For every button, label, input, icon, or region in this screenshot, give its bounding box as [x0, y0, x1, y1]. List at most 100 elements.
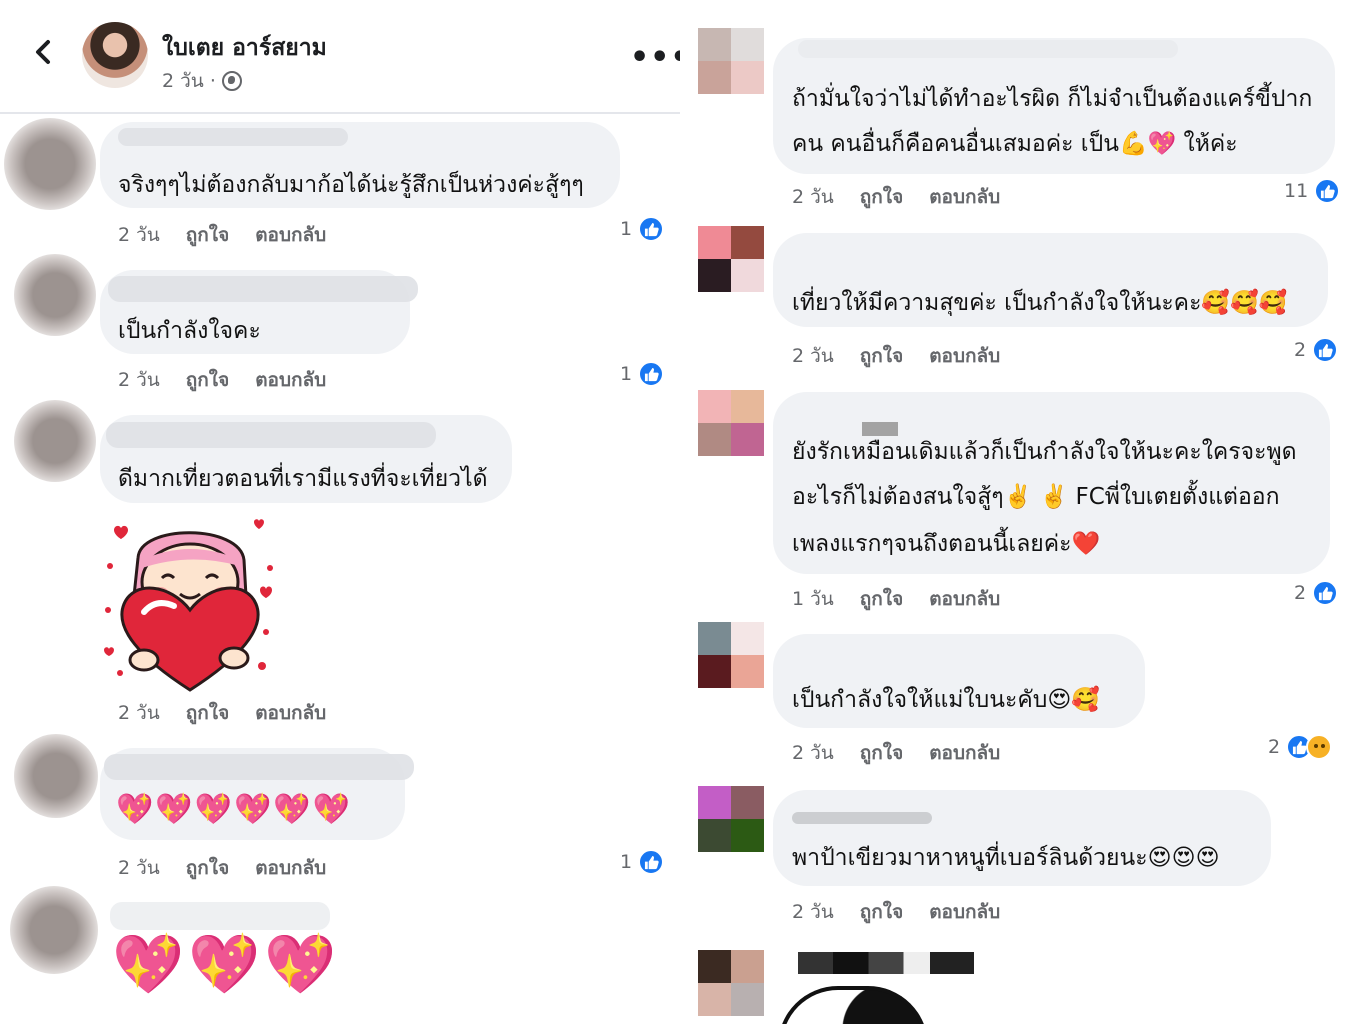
reply-button[interactable]: ตอบกลับ	[255, 369, 326, 391]
like-button[interactable]: ถูกใจ	[186, 224, 229, 246]
blurred-commenter-name	[118, 128, 348, 146]
like-count: 11	[1284, 180, 1309, 202]
avatar[interactable]	[14, 400, 96, 482]
comment-actions: 2 วัน ถูกใจ ตอบกลับ	[118, 853, 326, 883]
avatar[interactable]	[4, 118, 96, 210]
reaction-count[interactable]: 2	[1268, 734, 1333, 760]
reply-button[interactable]: ตอบกลับ	[929, 345, 1000, 367]
comment-actions: 2 วัน ถูกใจ ตอบกลับ	[118, 365, 326, 395]
comment-text-line: ถ้ามั่นใจว่าไม่ได้ทำอะไรผิด ก็ไม่จำเป็นต…	[792, 86, 1313, 112]
comment-text: ดีมากเที่ยวตอนที่เรามีแรงที่จะเที่ยวได้	[118, 466, 488, 492]
comment-text: จริงๆๆไม่ต้องกลับมาก้อได้น่ะรู้สึกเป็นห่…	[118, 172, 584, 198]
reply-button[interactable]: ตอบกลับ	[255, 702, 326, 724]
comment-text: เที่ยวให้มีความสุขค่ะ เป็นกำลังใจให้นะคะ…	[792, 290, 1288, 316]
comment-text: เป็นกำลังใจคะ	[118, 318, 261, 344]
heart-hug-sticker	[104, 519, 273, 692]
like-button[interactable]: ถูกใจ	[860, 901, 903, 923]
avatar[interactable]	[14, 254, 96, 336]
comment-text: เป็นกำลังใจให้แม่ใบนะคับ😍🥰	[792, 687, 1100, 713]
back-button[interactable]	[30, 36, 56, 68]
comment-actions: 2 วัน ถูกใจ ตอบกลับ	[792, 182, 1000, 212]
reaction-count[interactable]: 2	[1294, 337, 1339, 363]
comment-text: พาป้าเขียวมาหาหนูที่เบอร์ลินด้วยนะ😍😍😍	[792, 845, 1220, 871]
comment-time: 2 วัน	[118, 857, 160, 879]
like-count: 2	[1294, 339, 1307, 361]
right-screenshot: ถ้ามั่นใจว่าไม่ได้ทำอะไรผิด ก็ไม่จำเป็นต…	[690, 0, 1365, 1024]
thumbs-up-icon	[638, 849, 665, 875]
comment-actions: 2 วัน ถูกใจ ตอบกลับ	[118, 220, 326, 250]
reply-button[interactable]: ตอบกลับ	[929, 901, 1000, 923]
pixelated-avatar[interactable]	[698, 390, 764, 456]
like-button[interactable]: ถูกใจ	[186, 369, 229, 391]
reply-button[interactable]: ตอบกลับ	[929, 186, 1000, 208]
reply-button[interactable]: ตอบกลับ	[929, 742, 1000, 764]
pixelated-avatar[interactable]	[698, 622, 764, 688]
comment-text-line: เพลงแรกๆจนถึงตอนนี้เลยค่ะ❤️	[792, 531, 1101, 557]
like-button[interactable]: ถูกใจ	[860, 345, 903, 367]
pixelated-avatar[interactable]	[698, 28, 764, 94]
comment-time: 2 วัน	[792, 345, 834, 367]
comment-actions: 2 วัน ถูกใจ ตอบกลับ	[792, 897, 1000, 927]
like-button[interactable]: ถูกใจ	[186, 857, 229, 879]
page-name[interactable]: ใบเตย อาร์สยาม	[162, 30, 327, 66]
comment-text-line: ยังรักเหมือนเดิมแล้วก็เป็นกำลังใจให้นะคะ…	[792, 439, 1297, 465]
thumbs-up-icon	[1312, 337, 1339, 363]
like-count: 2	[1294, 582, 1307, 604]
reaction-count[interactable]: 1	[620, 216, 665, 242]
post-time: 2 วัน ·	[162, 70, 216, 92]
blurred-commenter-name	[798, 40, 1178, 58]
care-reaction-icon	[1306, 734, 1333, 760]
comment-actions: 1 วัน ถูกใจ ตอบกลับ	[792, 584, 1000, 614]
cropped-image-preview	[778, 986, 928, 1024]
post-meta: 2 วัน ·	[162, 66, 242, 96]
comment-time: 2 วัน	[118, 224, 160, 246]
like-button[interactable]: ถูกใจ	[186, 702, 229, 724]
reply-button[interactable]: ตอบกลับ	[255, 224, 326, 246]
left-screenshot: ใบเตย อาร์สยาม 2 วัน · ••• จริงๆๆไม่ต้อง…	[0, 0, 680, 1024]
comment-actions: 2 วัน ถูกใจ ตอบกลับ	[792, 341, 1000, 371]
comment-time: 2 วัน	[792, 186, 834, 208]
blurred-commenter-name	[108, 276, 418, 302]
avatar[interactable]	[10, 886, 98, 974]
reaction-count[interactable]: 2	[1294, 580, 1339, 606]
blurred-commenter-name	[106, 422, 436, 448]
thumbs-up-icon	[638, 361, 665, 387]
like-count: 2	[1268, 736, 1281, 758]
pixelated-avatar[interactable]	[698, 950, 764, 1016]
like-button[interactable]: ถูกใจ	[860, 742, 903, 764]
comment-actions: 2 วัน ถูกใจ ตอบกลับ	[792, 738, 1000, 768]
reaction-count[interactable]: 1	[620, 849, 665, 875]
avatar[interactable]	[14, 734, 98, 818]
thumbs-up-icon	[1312, 580, 1339, 606]
header-divider	[0, 112, 680, 114]
comment-actions: 2 วัน ถูกใจ ตอบกลับ	[118, 698, 326, 728]
pixelated-avatar[interactable]	[698, 226, 764, 292]
comment-time: 1 วัน	[792, 588, 834, 610]
comment-time: 2 วัน	[792, 742, 834, 764]
comment-emoji-text: 💖💖💖💖💖💖	[116, 792, 353, 827]
like-count: 1	[620, 851, 633, 873]
redacted-name-bar	[798, 952, 974, 974]
comment-time: 2 วัน	[792, 901, 834, 923]
comment-text-line: คน คนอื่นก็คือคนอื่นเสมอค่ะ เป็น💪💖 ให้ค่…	[792, 131, 1238, 157]
reply-button[interactable]: ตอบกลับ	[929, 588, 1000, 610]
like-count: 1	[620, 363, 633, 385]
more-options-button[interactable]: •••	[630, 40, 680, 75]
like-count: 1	[620, 218, 633, 240]
reaction-count[interactable]: 11	[1284, 178, 1341, 204]
blurred-commenter-name	[792, 812, 932, 824]
blurred-commenter-name	[110, 902, 330, 930]
page-avatar[interactable]	[82, 22, 148, 88]
pixelated-avatar[interactable]	[698, 786, 764, 852]
comment-text-line: อะไรก็ไม่ต้องสนใจสู้ๆ✌️ ✌️ FCพี่ใบเตยตั้…	[792, 484, 1280, 510]
thumbs-up-icon	[638, 216, 665, 242]
blurred-commenter-name	[104, 754, 414, 780]
reply-button[interactable]: ตอบกลับ	[255, 857, 326, 879]
comment-emoji-text: 💖💖💖	[112, 930, 341, 998]
comment-time: 2 วัน	[118, 702, 160, 724]
globe-icon	[221, 71, 242, 91]
like-button[interactable]: ถูกใจ	[860, 186, 903, 208]
chevron-left-icon	[36, 40, 50, 64]
like-button[interactable]: ถูกใจ	[860, 588, 903, 610]
reaction-count[interactable]: 1	[620, 361, 665, 387]
